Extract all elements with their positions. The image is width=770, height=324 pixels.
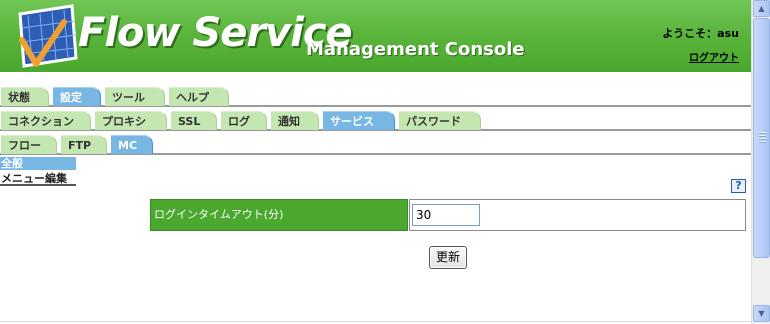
tab-log[interactable]: ログ <box>221 111 267 130</box>
brand-subtitle: Management Console <box>306 39 525 60</box>
logout-link[interactable]: ログアウト <box>689 49 739 64</box>
submenu-general[interactable]: 全般 <box>0 157 76 170</box>
tab-proxy[interactable]: プロキシ <box>95 111 167 130</box>
tab-ftp[interactable]: FTP <box>61 135 107 154</box>
tab-settings[interactable]: 設定 <box>53 87 101 106</box>
service-tab-row: フロー FTP MC <box>0 131 751 155</box>
tab-flow[interactable]: フロー <box>1 135 57 154</box>
header-banner: Flow Service Management Console ようこそ：asu… <box>0 0 751 72</box>
tab-tools[interactable]: ツール <box>105 87 165 106</box>
vertical-scrollbar[interactable]: ▲ ▼ <box>751 0 770 324</box>
scrollbar-thumb[interactable] <box>753 18 770 258</box>
submenu-menu-edit[interactable]: メニュー編集 <box>0 172 76 186</box>
tab-notification[interactable]: 通知 <box>271 111 319 130</box>
scroll-up-icon[interactable]: ▲ <box>753 0 770 17</box>
update-button[interactable]: 更新 <box>429 246 467 269</box>
tab-connection[interactable]: コネクション <box>1 111 91 130</box>
settings-tab-row: コネクション プロキシ SSL ログ 通知 サービス パスワード <box>0 107 751 131</box>
tab-password[interactable]: パスワード <box>399 111 481 130</box>
welcome-text: ようこそ：asu <box>662 27 739 40</box>
flow-service-logo-icon <box>18 4 78 68</box>
tab-mc[interactable]: MC <box>111 135 153 154</box>
tab-status[interactable]: 状態 <box>1 87 49 106</box>
login-timeout-input[interactable] <box>412 204 480 226</box>
login-timeout-label: ログインタイムアウト(分) <box>150 199 408 231</box>
main-tab-row: 状態 設定 ツール ヘルプ <box>0 83 751 107</box>
tab-service[interactable]: サービス <box>323 111 395 130</box>
scroll-down-icon[interactable]: ▼ <box>753 305 770 322</box>
help-icon[interactable]: ? <box>731 179 746 193</box>
tab-ssl[interactable]: SSL <box>171 111 217 130</box>
tab-help[interactable]: ヘルプ <box>169 87 229 106</box>
